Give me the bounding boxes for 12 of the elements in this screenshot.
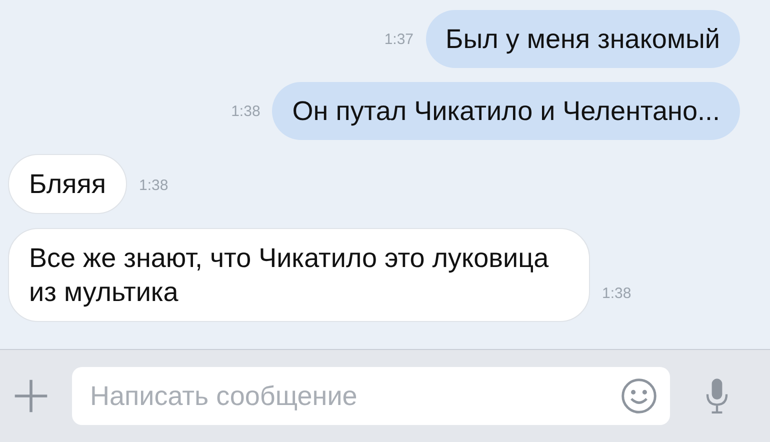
message-time: 1:38 <box>231 103 260 122</box>
message-time: 1:37 <box>384 31 414 50</box>
message-bubble: Все же знают, что Чикатило это луковица из мультика <box>8 228 590 322</box>
message-bubble: Он путал Чикатило и Челентано... <box>272 82 740 140</box>
add-icon[interactable] <box>12 377 50 415</box>
message-bubble: Был у меня знакомый <box>426 10 740 68</box>
message-bubble: Бляяя <box>8 154 128 214</box>
message-field[interactable]: Написать сообщение <box>72 367 670 425</box>
message-time: 1:38 <box>602 285 632 304</box>
microphone-icon[interactable] <box>704 376 730 416</box>
message-time: 1:38 <box>139 177 168 196</box>
emoji-icon[interactable] <box>620 377 658 415</box>
